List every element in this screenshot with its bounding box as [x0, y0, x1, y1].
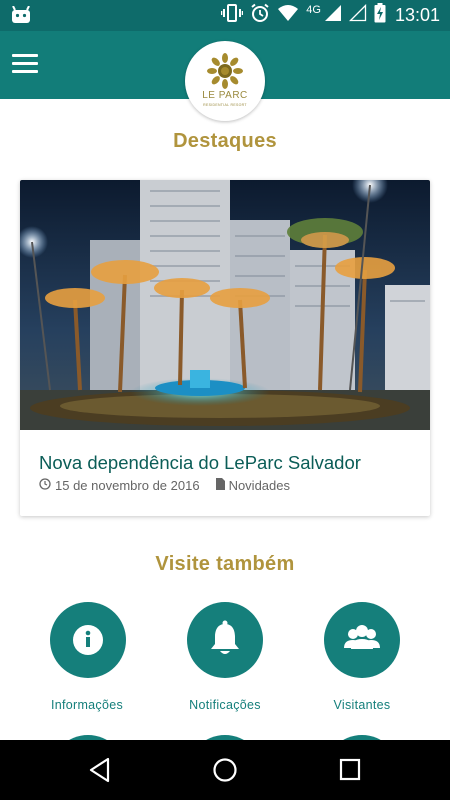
network-type-label: 4G	[306, 4, 321, 16]
notifications-label[interactable]: Notificações	[150, 698, 300, 712]
battery-charging-icon	[374, 2, 386, 28]
android-icon	[11, 5, 31, 29]
visitors-label[interactable]: Visitantes	[287, 698, 437, 712]
alarm-icon	[250, 3, 270, 28]
people-icon	[344, 625, 380, 649]
news-card[interactable]: Nova dependência do LeParc Salvador 15 d…	[20, 180, 430, 516]
vibrate-icon	[221, 3, 244, 27]
home-icon[interactable]	[212, 757, 238, 788]
file-icon	[215, 478, 225, 493]
info-button[interactable]	[50, 602, 126, 678]
bell-icon	[211, 620, 239, 654]
news-card-date: 15 de novembro de 2016	[55, 478, 200, 493]
info-icon	[73, 625, 103, 655]
signal-empty-icon	[348, 3, 367, 27]
clock-icon	[39, 478, 51, 493]
logo-wordmark: LE PARC	[202, 90, 248, 101]
sunflower-logo-icon	[207, 53, 243, 94]
recents-icon[interactable]	[339, 757, 361, 788]
signal-icon	[324, 4, 342, 27]
news-card-meta: 15 de novembro de 2016 Novidades	[39, 478, 290, 493]
news-card-category: Novidades	[228, 478, 290, 493]
logo-tagline: RESIDENTIAL RESORT	[203, 103, 247, 107]
hamburger-icon	[12, 54, 38, 57]
app-logo: LE PARC RESIDENTIAL RESORT	[185, 41, 265, 121]
status-bar: 4G 13:01	[0, 0, 450, 31]
news-card-title: Nova dependência do LeParc Salvador	[39, 452, 361, 473]
system-nav-bar	[0, 740, 450, 800]
highlights-heading: Destaques	[173, 130, 277, 152]
wifi-icon	[277, 4, 299, 27]
info-label[interactable]: Informações	[12, 698, 162, 712]
notifications-button[interactable]	[187, 602, 263, 678]
back-icon[interactable]	[88, 757, 112, 788]
clock: 13:01	[394, 4, 440, 25]
visit-heading: Visite também	[155, 553, 295, 575]
menu-button[interactable]	[12, 54, 38, 74]
news-card-image	[20, 180, 430, 430]
visitors-button[interactable]	[324, 602, 400, 678]
